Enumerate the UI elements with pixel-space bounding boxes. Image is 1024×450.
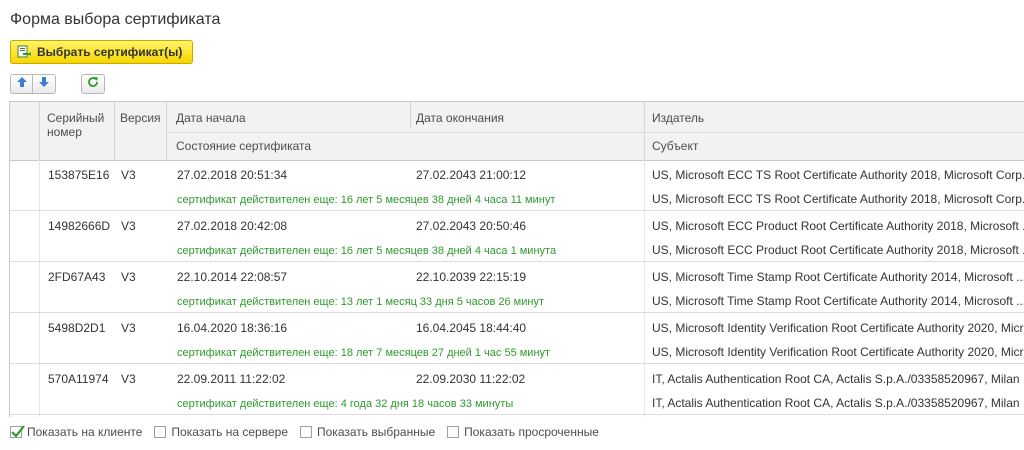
cell-start-date: 27.02.2018 20:51:34 xyxy=(177,168,288,182)
cell-version: V3 xyxy=(121,219,136,233)
page-title: Форма выбора сертификата xyxy=(10,11,221,28)
cell-issuer: US, Microsoft Time Stamp Root Certificat… xyxy=(652,270,1024,284)
move-up-button[interactable] xyxy=(10,74,33,94)
header-subject[interactable]: Субъект xyxy=(646,139,704,153)
cell-subject: IT, Actalis Authentication Root CA, Acta… xyxy=(652,396,1020,410)
cell-status: сертификат действителен еще: 16 лет 5 ме… xyxy=(177,194,556,206)
cell-serial: 5498D2D1 xyxy=(48,321,106,335)
certificate-select-icon xyxy=(17,45,31,59)
select-certificate-button[interactable]: Выбрать сертификат(ы) xyxy=(10,40,194,64)
show-selected-checkbox[interactable]: Показать выбранные xyxy=(300,425,435,439)
cell-start-date: 27.02.2018 20:42:08 xyxy=(177,219,288,233)
cell-end-date: 27.02.2043 20:50:46 xyxy=(416,219,527,233)
refresh-icon xyxy=(87,75,99,93)
arrow-down-icon xyxy=(38,75,50,93)
cell-serial: 570A11974 xyxy=(48,372,109,386)
show-on-server-checkbox[interactable]: Показать на сервере xyxy=(154,425,288,439)
checkbox-checked-icon xyxy=(10,425,25,438)
cell-subject: US, Microsoft Identity Verification Root… xyxy=(652,345,1024,359)
cell-version: V3 xyxy=(121,321,136,335)
select-certificate-label: Выбрать сертификат(ы) xyxy=(37,45,183,59)
cell-version: V3 xyxy=(121,270,136,284)
cell-serial: 153875E16 xyxy=(48,168,110,182)
table-row[interactable]: 5498D2D1 V3 16.04.2020 18:36:16 16.04.20… xyxy=(10,313,1024,364)
checkbox-empty-icon xyxy=(154,426,167,438)
cell-issuer: US, Microsoft ECC Product Root Certifica… xyxy=(652,219,1024,233)
checkbox-label: Показать на сервере xyxy=(171,425,288,439)
cell-version: V3 xyxy=(121,168,136,182)
cell-end-date: 27.02.2043 21:00:12 xyxy=(416,168,527,182)
cell-version: V3 xyxy=(121,372,136,386)
header-issuer[interactable]: Издатель xyxy=(646,111,710,125)
cell-subject: US, Microsoft ECC TS Root Certificate Au… xyxy=(652,192,1024,206)
cell-subject: US, Microsoft ECC Product Root Certifica… xyxy=(652,243,1024,257)
cell-end-date: 22.10.2039 22:15:19 xyxy=(416,270,527,284)
certificate-selection-form: Форма выбора сертификата Выбрать сертифи… xyxy=(0,0,1024,450)
header-serial[interactable]: Серийный номер xyxy=(41,111,110,139)
header-status[interactable]: Состояние сертификата xyxy=(170,139,317,153)
cell-start-date: 22.09.2011 11:22:02 xyxy=(177,372,286,386)
header-end-date[interactable]: Дата окончания xyxy=(410,111,510,125)
cell-end-date: 16.04.2045 18:44:40 xyxy=(416,321,527,335)
arrow-up-icon xyxy=(16,75,28,93)
checkbox-empty-icon xyxy=(300,426,312,438)
checkbox-label: Показать на клиенте xyxy=(27,425,143,439)
cell-status: сертификат действителен еще: 13 лет 1 ме… xyxy=(177,296,545,308)
filter-options: Показать на клиенте Показать на сервере … xyxy=(10,425,599,439)
cell-subject: US, Microsoft Time Stamp Root Certificat… xyxy=(652,294,1024,308)
cell-status: сертификат действителен еще: 18 лет 7 ме… xyxy=(177,347,551,359)
cell-status: сертификат действителен еще: 4 года 32 д… xyxy=(177,398,514,410)
certificates-table[interactable]: Серийный номер Версия Дата начала Дата о… xyxy=(9,101,1024,417)
table-row[interactable]: 14982666D V3 27.02.2018 20:42:08 27.02.2… xyxy=(10,211,1024,262)
move-down-button[interactable] xyxy=(33,74,56,94)
toolbar xyxy=(10,74,105,94)
cell-issuer: US, Microsoft Identity Verification Root… xyxy=(652,321,1024,335)
header-start-date[interactable]: Дата начала xyxy=(170,111,252,125)
refresh-button[interactable] xyxy=(81,74,105,94)
cell-serial: 14982666D xyxy=(48,219,111,233)
show-expired-checkbox[interactable]: Показать просроченные xyxy=(447,425,599,439)
checkbox-label: Показать выбранные xyxy=(317,425,436,439)
checkbox-label: Показать просроченные xyxy=(464,425,599,439)
cell-issuer: IT, Actalis Authentication Root CA, Acta… xyxy=(652,372,1020,386)
table-row[interactable]: 153875E16 V3 27.02.2018 20:51:34 27.02.2… xyxy=(10,160,1024,211)
cell-start-date: 16.04.2020 18:36:16 xyxy=(177,321,288,335)
cell-end-date: 22.09.2030 11:22:02 xyxy=(416,372,526,386)
table-row[interactable]: 2FD67A43 V3 22.10.2014 22:08:57 22.10.20… xyxy=(10,262,1024,313)
cell-serial: 2FD67A43 xyxy=(48,270,106,284)
checkbox-empty-icon xyxy=(447,426,460,438)
cell-start-date: 22.10.2014 22:08:57 xyxy=(177,270,288,284)
table-header: Серийный номер Версия Дата начала Дата о… xyxy=(10,102,1024,416)
cell-status: сертификат действителен еще: 16 лет 5 ме… xyxy=(177,245,557,257)
show-on-client-checkbox[interactable]: Показать на клиенте xyxy=(10,425,142,439)
table-row[interactable]: 570A11974 V3 22.09.2011 11:22:02 22.09.2… xyxy=(10,364,1024,415)
cell-issuer: US, Microsoft ECC TS Root Certificate Au… xyxy=(652,168,1024,182)
header-version[interactable]: Версия xyxy=(114,111,167,125)
